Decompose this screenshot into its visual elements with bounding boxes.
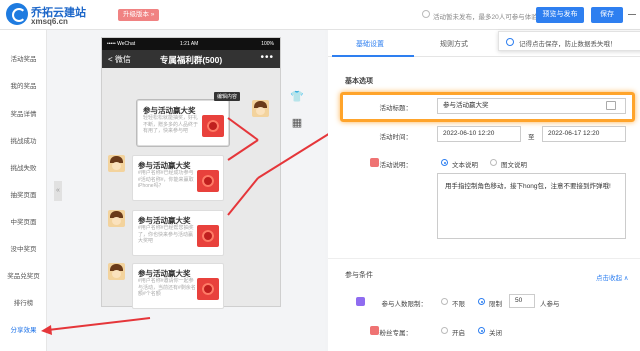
wechat-nav-bar: < 微信 专属福利群(500) ••• bbox=[102, 50, 280, 68]
fans-on-option: 开启 bbox=[452, 330, 465, 337]
description-label: 活动说明： bbox=[379, 162, 413, 169]
sidebar-item-challenge-success[interactable]: 挑战成功 bbox=[0, 135, 47, 145]
desc-text-radio[interactable] bbox=[441, 159, 448, 166]
gift-icon bbox=[202, 115, 224, 137]
avatar bbox=[108, 263, 125, 280]
fans-off-radio[interactable] bbox=[478, 327, 485, 334]
sidebar-item-redeem-page[interactable]: 奖品兑奖页 bbox=[0, 270, 47, 280]
limit-on-option: 限制 bbox=[489, 301, 502, 308]
status-time: 1:21 AM bbox=[180, 41, 199, 47]
save-button[interactable]: 保存 bbox=[591, 7, 623, 23]
avatar bbox=[108, 155, 125, 172]
save-reminder-toast: 记得点击保存，防止数据丢失哦！ bbox=[498, 31, 640, 51]
upgrade-button[interactable]: 升级版本 » bbox=[118, 9, 160, 21]
share-card[interactable]: 参与活动赢大奖 #用户名称#已经帮您抽奖了，你也快来参与活动赢大奖吧 bbox=[132, 210, 224, 256]
active-tab-indicator bbox=[332, 55, 414, 57]
description-text: 用手指控制角色移动，接下hong包，注意不要接到炸弹哦! bbox=[445, 183, 611, 190]
basic-section-title: 基本选项 bbox=[345, 78, 373, 85]
sidebar-item-prize-detail[interactable]: 奖品详情 bbox=[0, 108, 47, 118]
desc-image-option: 图文说明 bbox=[501, 162, 527, 169]
card-desc: #用户名称#已经帮您抽奖了，你也快来参与活动赢大奖吧 bbox=[138, 225, 194, 244]
shirt-style-icon[interactable]: 👕 bbox=[289, 89, 305, 105]
gift-icon bbox=[197, 170, 219, 192]
sidebar-item-leaderboard[interactable]: 排行榜 bbox=[0, 297, 47, 307]
section-divider bbox=[328, 258, 640, 259]
phone-preview: ••••• WeChat 1:21 AM 100% < 微信 专属福利群(500… bbox=[101, 37, 281, 309]
avatar bbox=[252, 100, 269, 117]
sidebar-collapse-button[interactable]: « bbox=[54, 181, 62, 201]
sidebar: 活动奖品 我的奖品 奖品详情 挑战成功 挑战失败 抽奖页面 中奖页面 没中奖页 … bbox=[0, 30, 47, 351]
time-label: 活动时间： bbox=[379, 134, 413, 141]
gift-icon bbox=[197, 278, 219, 300]
preview-publish-button[interactable]: 预览与发布 bbox=[536, 7, 584, 23]
tab-basic-settings[interactable]: 基础设置 bbox=[356, 39, 384, 49]
share-card[interactable]: 参与活动赢大奖 #用户名称#已经成功参与#活动名称#，你能来赢取iPhone吗？ bbox=[132, 155, 224, 201]
fans-on-radio[interactable] bbox=[441, 327, 448, 334]
limit-on-radio[interactable] bbox=[478, 298, 485, 305]
card-desc: 轻轻松松就能抽奖，好礼不断，赠多多的人品终于有用了，快来参与吧 bbox=[143, 115, 199, 134]
card-desc: #用户名称#已经成功参与#活动名称#，你能来赢取iPhone吗？ bbox=[138, 170, 194, 189]
tab-rule-settings[interactable]: 规则方式 bbox=[440, 39, 468, 49]
limit-none-radio[interactable] bbox=[441, 298, 448, 305]
status-carrier: ••••• WeChat bbox=[107, 41, 136, 47]
sidebar-item-lose-page[interactable]: 没中奖页 bbox=[0, 243, 47, 253]
collapse-link[interactable]: 点击收起 ∧ bbox=[596, 272, 629, 282]
share-card[interactable]: 参与活动赢大奖 轻轻松松就能抽奖，好礼不断，赠多多的人品终于有用了，快来参与吧 bbox=[137, 100, 229, 146]
sidebar-item-challenge-fail[interactable]: 挑战失败 bbox=[0, 162, 47, 172]
info-icon bbox=[422, 10, 430, 18]
start-time-input[interactable]: 2022-06-10 12:20 bbox=[437, 126, 521, 142]
status-battery: 100% bbox=[261, 41, 274, 47]
brand-url: xmsq6.cn bbox=[31, 17, 68, 26]
minimize-icon[interactable] bbox=[628, 14, 636, 15]
title-input[interactable]: 参与活动赢大奖 bbox=[437, 98, 626, 114]
avatar bbox=[108, 210, 125, 227]
sidebar-item-lottery-page[interactable]: 抽奖页面 bbox=[0, 189, 47, 199]
more-icon[interactable]: ••• bbox=[260, 52, 274, 63]
gift-icon bbox=[197, 225, 219, 247]
time-separator: 至 bbox=[528, 134, 535, 141]
limit-unit: 人参与 bbox=[540, 301, 560, 308]
conditions-section-title: 参与条件 bbox=[345, 272, 373, 279]
sidebar-item-share-effect[interactable]: 分享效果 bbox=[0, 324, 47, 334]
emoji-picker-icon[interactable] bbox=[606, 101, 616, 110]
chat-title: 专属福利群(500) bbox=[159, 55, 223, 65]
share-card[interactable]: 参与活动赢大奖 #用户名称#邀请你一起参与活动，当前还有#剩余名额#个名额 bbox=[132, 263, 224, 309]
top-bar: 乔拓云建站 xmsq6.cn 升级版本 » 活动暂未发布，最多20人可参与体验 … bbox=[0, 0, 640, 30]
publish-notice: 活动暂未发布，最多20人可参与体验 bbox=[433, 14, 538, 21]
fans-off-option: 关闭 bbox=[489, 330, 502, 337]
phone-status-bar: ••••• WeChat 1:21 AM 100% bbox=[102, 38, 280, 50]
sidebar-item-my-prizes[interactable]: 我的奖品 bbox=[0, 80, 47, 90]
save-reminder-text: 记得点击保存，防止数据丢失哦！ bbox=[519, 41, 617, 48]
grid-layout-icon[interactable]: ▦ bbox=[289, 115, 305, 131]
edit-tooltip: 编辑内容 bbox=[214, 92, 241, 101]
limit-count-input[interactable]: 50 bbox=[509, 294, 535, 308]
description-textarea[interactable]: 用手指控制角色移动，接下hong包，注意不要接到炸弹哦! bbox=[437, 173, 626, 239]
fans-only-label: 粉丝专属： bbox=[379, 330, 413, 337]
limit-none-option: 不限 bbox=[452, 301, 465, 308]
end-time-input[interactable]: 2022-06-17 12:20 bbox=[542, 126, 626, 142]
desc-image-radio[interactable] bbox=[490, 159, 497, 166]
sidebar-item-win-page[interactable]: 中奖页面 bbox=[0, 216, 47, 226]
title-label: 活动标题： bbox=[379, 105, 413, 112]
info-icon bbox=[506, 38, 514, 46]
sidebar-item-prizes[interactable]: 活动奖品 bbox=[0, 53, 47, 63]
participant-limit-label: 参与人数限制： bbox=[381, 301, 428, 308]
card-desc: #用户名称#邀请你一起参与活动，当前还有#剩余名额#个名额 bbox=[138, 278, 196, 297]
brand-logo-icon bbox=[6, 3, 28, 25]
desc-text-option: 文本说明 bbox=[452, 162, 478, 169]
